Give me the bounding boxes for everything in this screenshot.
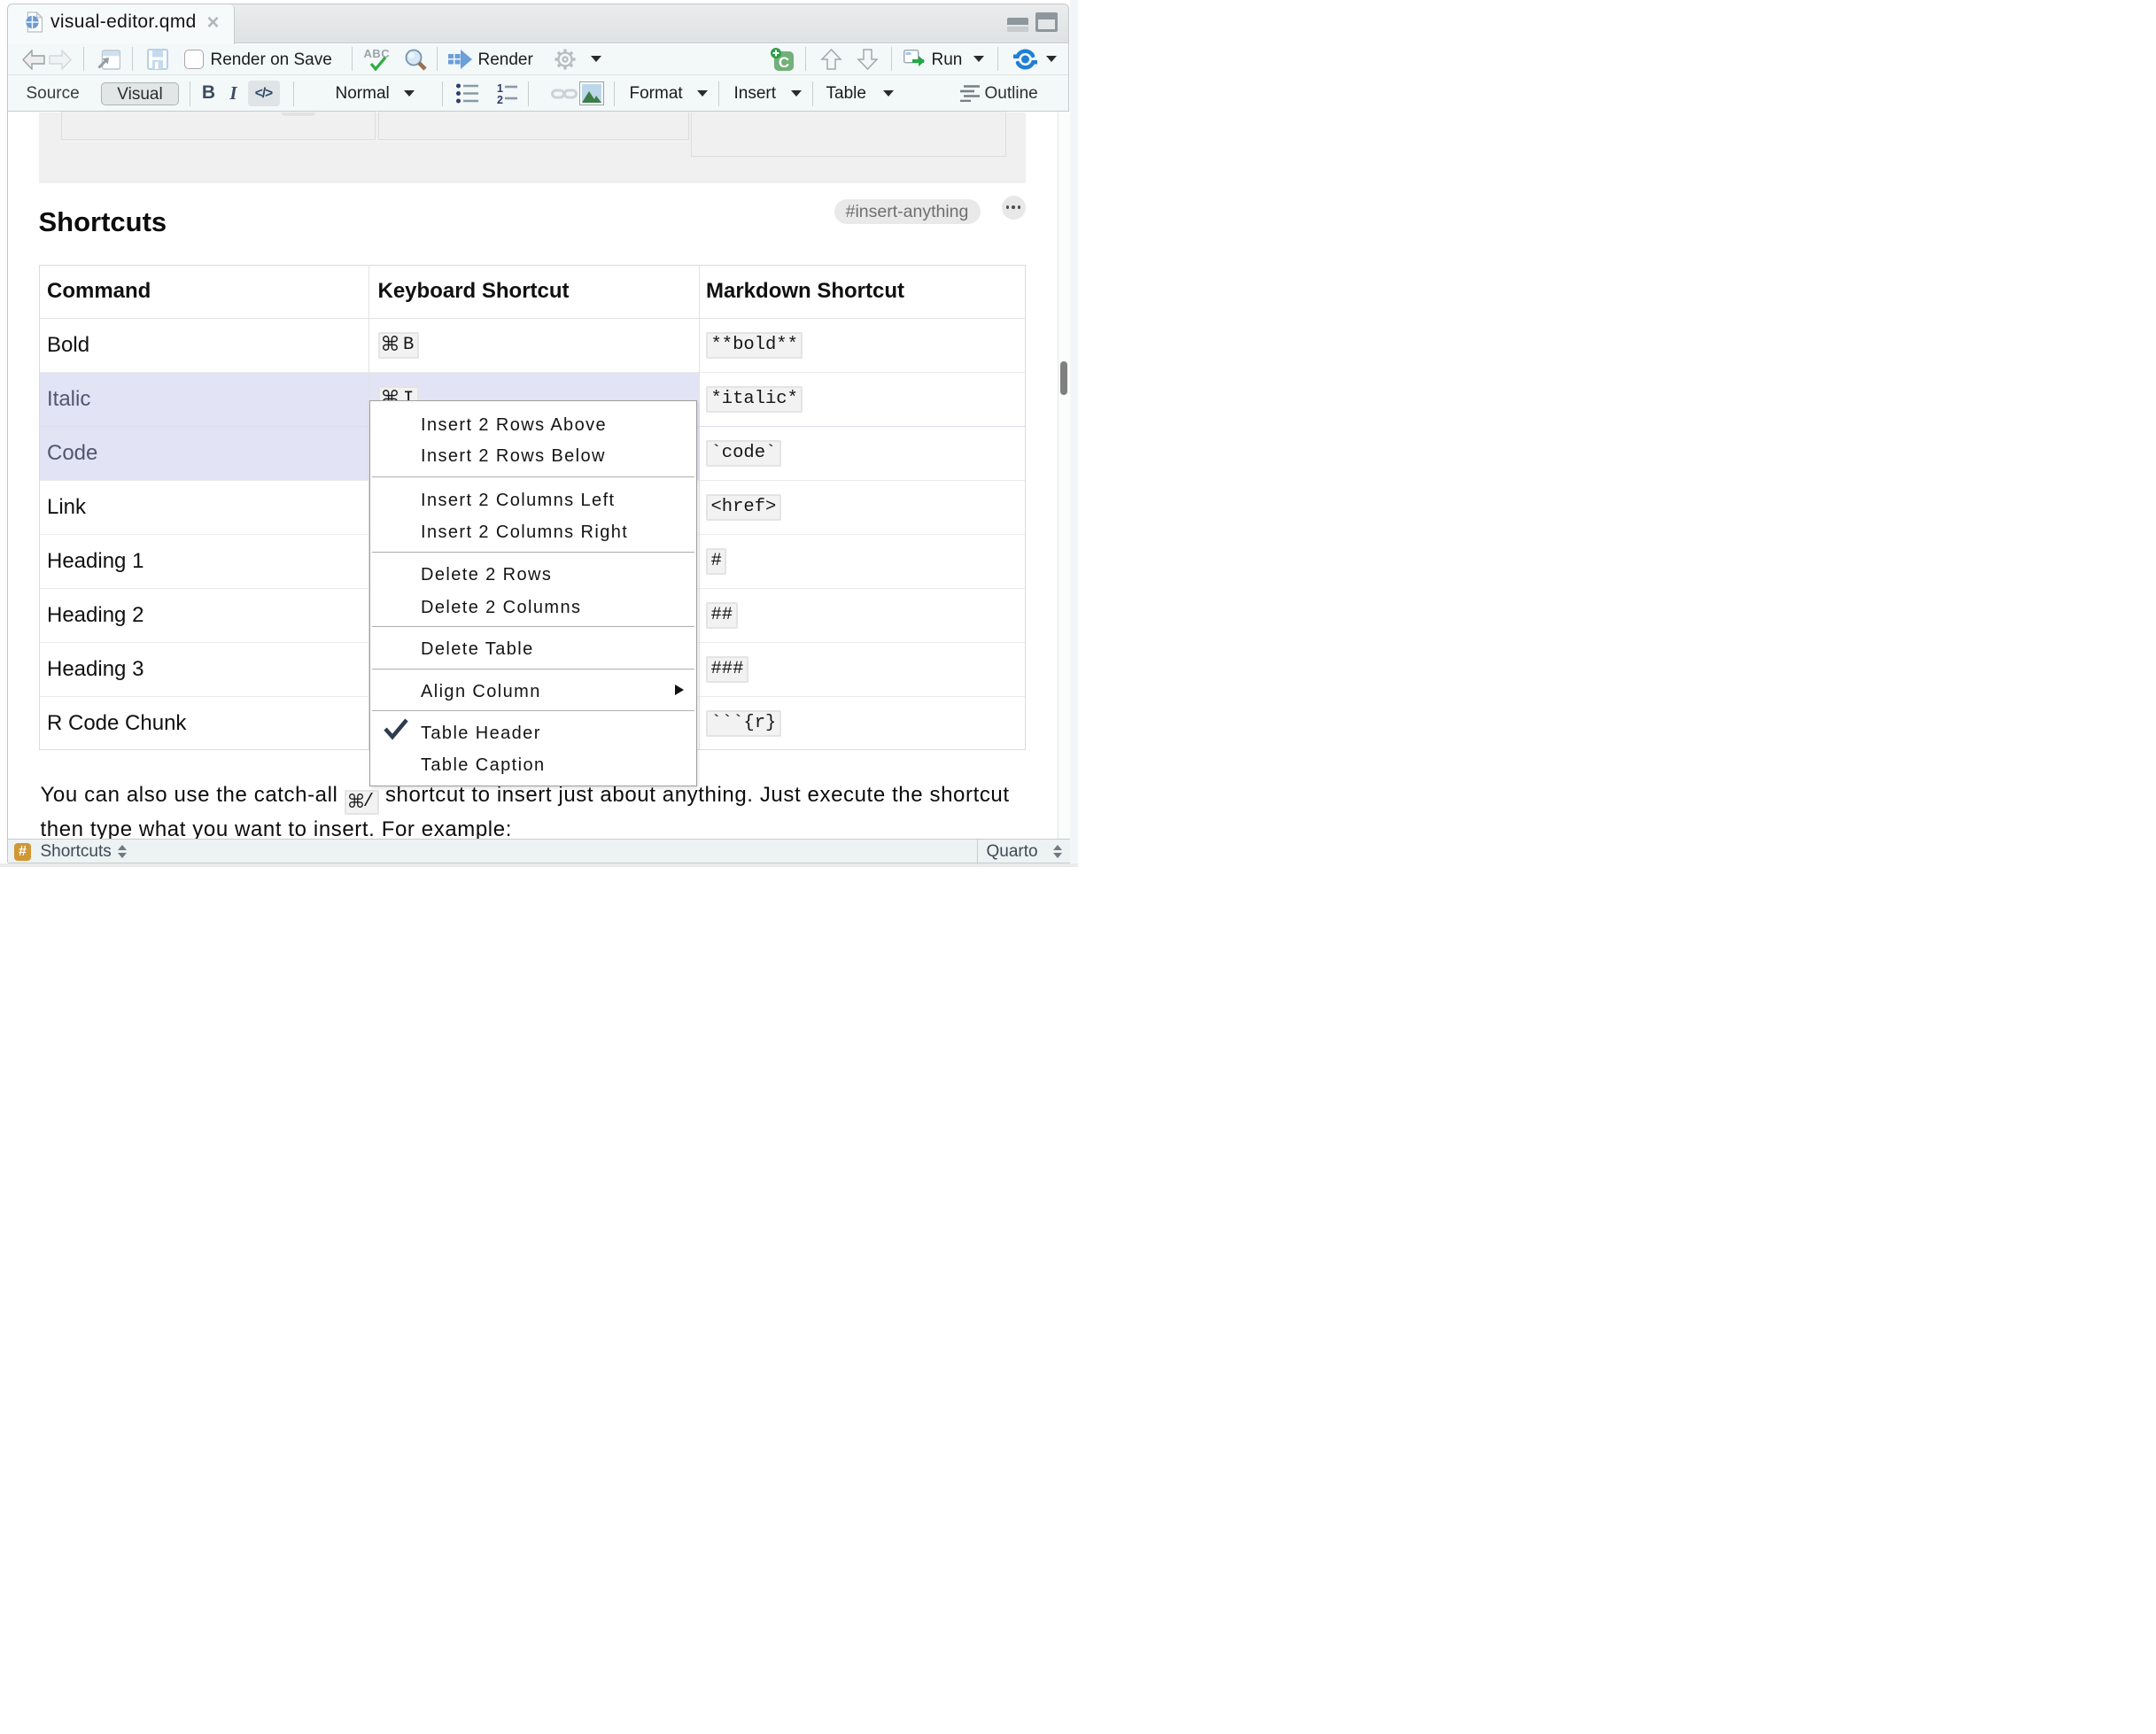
svg-text:1: 1 [497, 82, 503, 95]
svg-text:2: 2 [497, 94, 503, 105]
svg-text:C: C [778, 54, 788, 71]
